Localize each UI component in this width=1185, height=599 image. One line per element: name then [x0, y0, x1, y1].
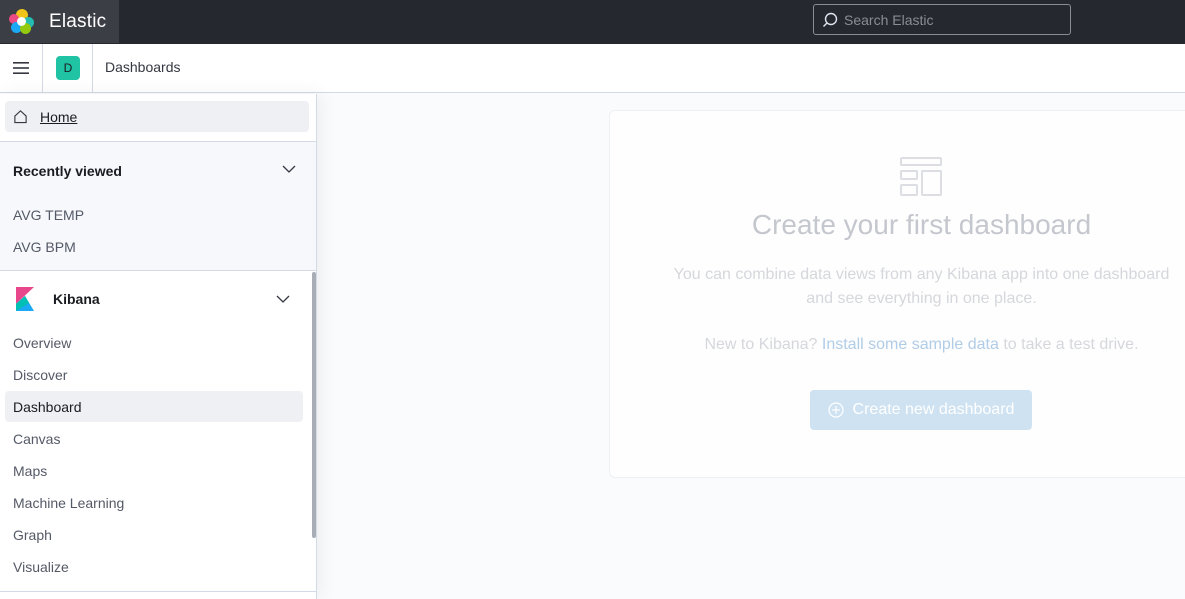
home-icon [14, 110, 27, 124]
nav-scrollbar[interactable] [312, 272, 316, 538]
nav-divider [0, 591, 316, 592]
recent-item-avg-bpm[interactable]: AVG BPM [13, 239, 76, 255]
empty-state-description: You can combine data views from any Kiba… [609, 263, 1185, 311]
empty-state-title: Create your first dashboard [751, 209, 1092, 240]
brand-name: Elastic [49, 10, 107, 32]
dashboard-layout-icon [900, 157, 942, 196]
plus-circle-icon [827, 402, 844, 418]
description-line-2: and see everything in one place. [806, 290, 1037, 307]
breadcrumb: Dashboards [105, 59, 181, 75]
top-header: Elastic [0, 0, 1185, 44]
nav-item-machine-learning[interactable]: Machine Learning [13, 495, 124, 511]
install-sample-data-link[interactable]: Install some sample data [822, 336, 999, 353]
prompt-prefix: New to Kibana? [704, 336, 818, 353]
chevron-down-icon[interactable] [276, 295, 290, 304]
search-input[interactable] [844, 11, 1064, 28]
hamburger-icon [13, 62, 29, 74]
recently-viewed-section: Recently viewed AVG TEMP AVG BPM [0, 142, 316, 271]
nav-item-maps[interactable]: Maps [13, 463, 47, 479]
nav-item-dashboard[interactable]: Dashboard [13, 399, 82, 415]
nav-item-discover[interactable]: Discover [13, 367, 67, 383]
side-navigation: Home Recently viewed AVG TEMP AVG BPM Ki… [0, 94, 317, 599]
nav-divider [0, 270, 316, 271]
kibana-section-title[interactable]: Kibana [53, 291, 100, 307]
space-avatar: D [56, 56, 80, 80]
kibana-logo-icon [16, 287, 34, 311]
search-field[interactable] [813, 4, 1071, 35]
nav-item-visualize[interactable]: Visualize [13, 559, 69, 575]
recently-viewed-title[interactable]: Recently viewed [13, 163, 122, 179]
elastic-home-link[interactable]: Elastic [0, 0, 119, 43]
description-line-1: You can combine data views from any Kiba… [673, 266, 1170, 283]
chevron-down-icon[interactable] [282, 165, 296, 174]
create-dashboard-button[interactable]: Create new dashboard [810, 390, 1032, 430]
space-selector-button[interactable]: D [44, 44, 93, 92]
nav-home-link[interactable]: Home [5, 101, 309, 132]
nav-item-graph[interactable]: Graph [13, 527, 52, 543]
secondary-header: D Dashboards [0, 44, 1185, 93]
search-icon [823, 12, 838, 27]
nav-item-overview[interactable]: Overview [13, 335, 71, 351]
create-dashboard-label: Create new dashboard [852, 401, 1015, 418]
elastic-logo-icon [9, 9, 34, 34]
sample-data-prompt: New to Kibana? Install some sample data … [609, 336, 1185, 354]
menu-toggle-button[interactable] [0, 44, 43, 92]
home-label: Home [40, 108, 78, 125]
nav-item-canvas[interactable]: Canvas [13, 431, 60, 447]
prompt-suffix: to take a test drive. [1003, 336, 1139, 353]
recent-item-avg-temp[interactable]: AVG TEMP [13, 207, 84, 223]
